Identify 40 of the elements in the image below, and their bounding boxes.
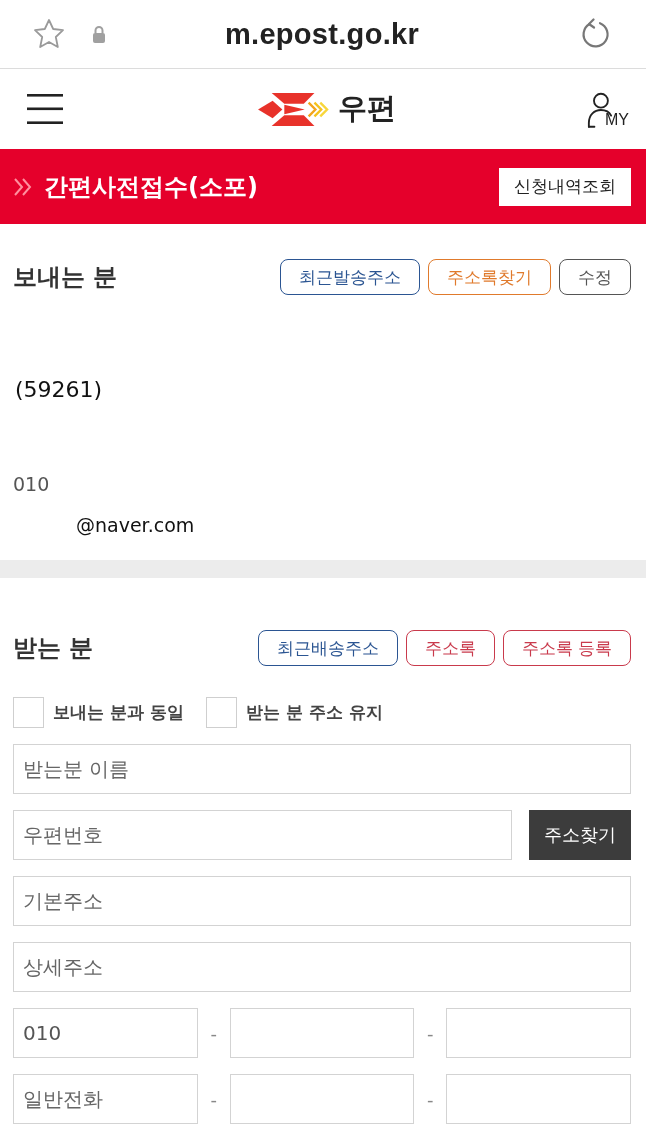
text-input-field[interactable]: 받는분 이름 (13, 744, 631, 794)
checkbox[interactable] (205, 697, 237, 728)
double-chevron-icon (13, 176, 33, 197)
dash-separator-text: - (427, 1022, 434, 1044)
phone-input-field[interactable] (229, 1074, 415, 1124)
home-logo-link[interactable]: 우편 (258, 89, 398, 129)
address-book-register-button[interactable]: 주소록 등록 (502, 630, 631, 666)
dash-separator-text: - (210, 1022, 217, 1044)
menu-icon[interactable] (27, 94, 63, 124)
checkbox-label[interactable]: 보내는 분과 동일 (53, 701, 184, 724)
edit-button[interactable]: 수정 (559, 259, 631, 295)
text-input-field[interactable]: 상세주소 (13, 942, 631, 992)
postal-logo-icon (258, 91, 332, 127)
address-search-button[interactable]: 주소찾기 (529, 810, 631, 860)
phone-input-field[interactable]: 010 (13, 1008, 198, 1058)
lock-icon (92, 25, 106, 43)
email-text: @naver.com (76, 513, 195, 538)
phone-input-field[interactable] (446, 1008, 631, 1058)
bookmark-star-icon[interactable] (33, 18, 65, 50)
phone-input-field[interactable]: 일반전화 (13, 1074, 198, 1124)
checkbox-label[interactable]: 받는 분 주소 유지 (245, 701, 383, 724)
phone-number-text: 010 (13, 472, 50, 497)
dash-separator-text: - (210, 1088, 217, 1110)
my-page-button[interactable]: MY (587, 92, 629, 128)
phone-input-field[interactable] (446, 1074, 631, 1124)
recent-delivery-address-button[interactable]: 최근배송주소 (257, 630, 398, 666)
postal-code-input-field[interactable]: 우편번호 (13, 810, 512, 860)
section-title: 받는 분 (13, 633, 94, 664)
reload-icon[interactable] (579, 18, 611, 50)
text-input-field[interactable]: 기본주소 (13, 876, 631, 926)
request-history-button[interactable]: 신청내역조회 (499, 167, 631, 206)
address-book-button[interactable]: 주소록 (405, 630, 495, 666)
dash-separator-text: - (427, 1088, 434, 1110)
section-title: 보내는 분 (13, 262, 118, 293)
recent-sent-address-button[interactable]: 최근발송주소 (280, 259, 420, 295)
page-title: 간편사전접수(소포) (44, 171, 258, 203)
checkbox[interactable] (13, 697, 44, 728)
url-text[interactable]: m.epost.go.kr (224, 17, 419, 51)
postal-code-text: (59261) (14, 376, 103, 404)
phone-input-field[interactable] (229, 1008, 415, 1058)
